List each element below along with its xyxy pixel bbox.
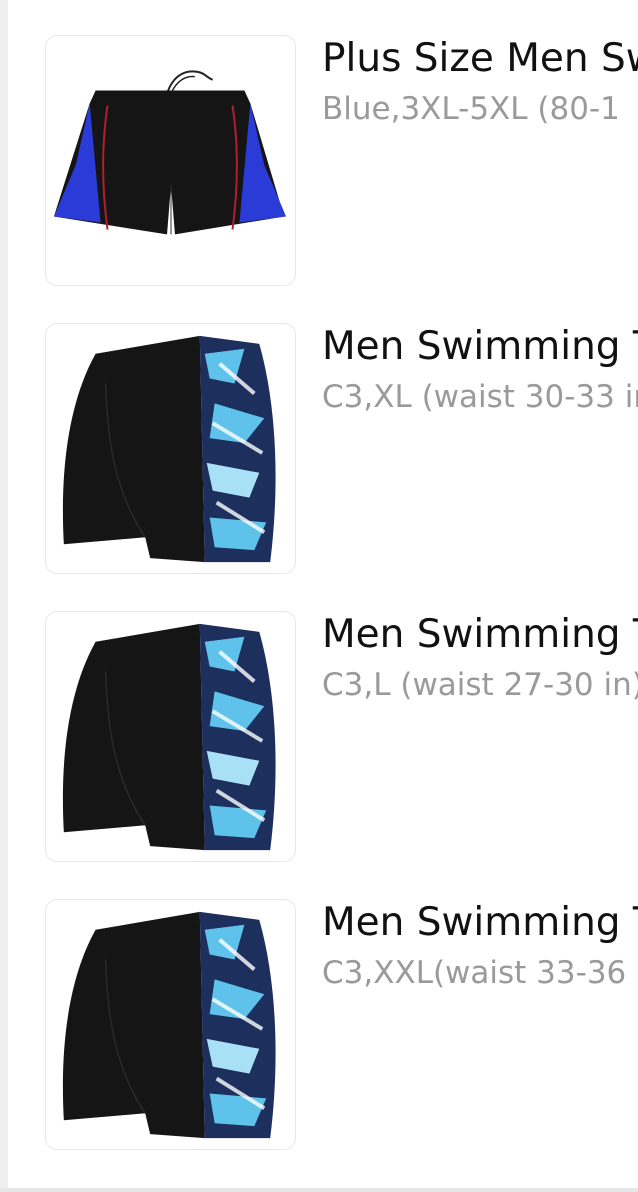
product-thumbnail[interactable] — [45, 611, 296, 862]
product-title[interactable]: Men Swimming Trunks — [322, 325, 638, 369]
swim-shorts-image — [62, 623, 276, 851]
product-thumbnail[interactable] — [45, 323, 296, 574]
product-thumbnail[interactable] — [45, 899, 296, 1150]
cart-product-list-screen: Plus Size Men Swimming Trunks Blue,3XL-5… — [0, 0, 638, 1192]
product-variant: Blue,3XL-5XL (80-1 — [322, 91, 620, 127]
product-item[interactable]: Men Swimming Trunks C3,L (waist 27-30 in… — [0, 611, 638, 863]
product-variant: C3,L (waist 27-30 in) — [322, 667, 638, 703]
swim-shorts-image — [62, 911, 276, 1139]
product-item[interactable]: Men Swimming Trunks C3,XXL(waist 33-36 i… — [0, 899, 638, 1151]
product-title[interactable]: Men Swimming Trunks — [322, 901, 638, 945]
product-thumbnail[interactable] — [45, 35, 296, 286]
swim-trunks-image — [53, 70, 287, 235]
product-item[interactable]: Plus Size Men Swimming Trunks Blue,3XL-5… — [0, 35, 638, 287]
swim-shorts-image — [62, 335, 276, 563]
product-title[interactable]: Plus Size Men Swimming Trunks — [322, 37, 638, 81]
product-variant: C3,XL (waist 30-33 in) — [322, 379, 638, 415]
product-item[interactable]: Men Swimming Trunks C3,XL (waist 30-33 i… — [0, 323, 638, 575]
product-title[interactable]: Men Swimming Trunks — [322, 613, 638, 657]
bottom-divider — [0, 1188, 638, 1192]
product-variant: C3,XXL(waist 33-36 in) — [322, 955, 638, 991]
